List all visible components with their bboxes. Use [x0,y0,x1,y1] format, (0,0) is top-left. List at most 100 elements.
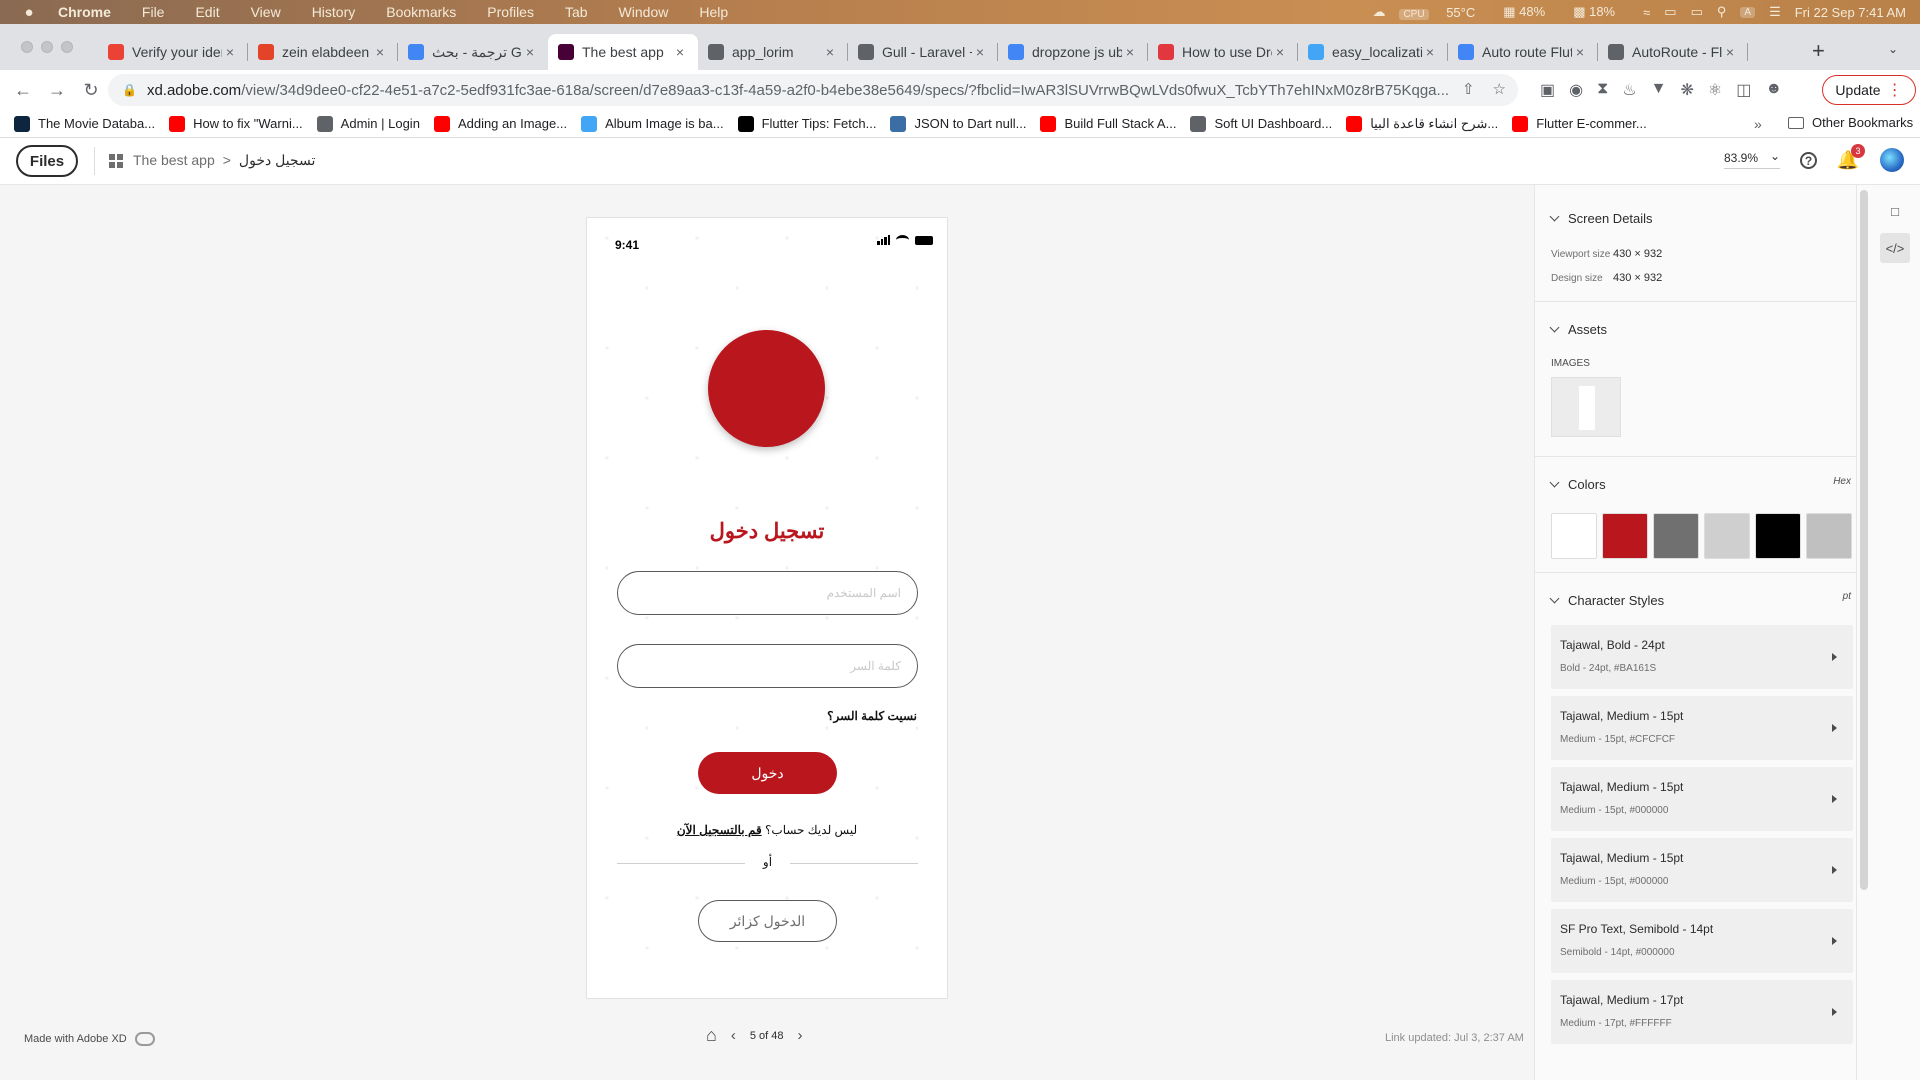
browser-tab[interactable]: app_lorim × [698,34,848,70]
display-icon[interactable]: ▭ [1664,4,1676,20]
extension-icon-2[interactable]: ◉ [1569,80,1583,100]
signup-link[interactable]: قم بالتسجيل الآن [677,823,762,837]
close-tab-icon[interactable]: × [1572,44,1588,60]
menu-profiles[interactable]: Profiles [487,4,534,20]
back-icon[interactable]: ← [12,79,34,101]
browser-tab[interactable]: Verify your ident× [98,34,248,70]
files-button[interactable]: Files [16,145,78,177]
profile-icon[interactable]: ☻ [1765,80,1782,100]
color-swatch[interactable] [1653,513,1699,559]
grid-view-icon[interactable] [109,154,123,168]
close-tab-icon[interactable]: × [522,44,538,60]
lock-icon[interactable]: 🔒 [122,83,137,97]
browser-tab[interactable]: The best app × [548,34,698,70]
bookmark-item[interactable]: Admin | Login [316,115,420,132]
minimize-window-button[interactable] [41,41,53,53]
breadcrumb-project[interactable]: The best app [133,152,215,169]
close-tab-icon[interactable]: × [672,44,688,60]
bookmark-item[interactable]: Soft UI Dashboard... [1190,115,1332,132]
bookmark-item[interactable]: How to fix "Warni... [169,115,303,132]
specs-code-icon[interactable]: </> [1880,233,1910,263]
cpu-temp[interactable]: CPU 55°C [1399,5,1489,20]
browser-tab[interactable]: AutoRoute - Flu × [1598,34,1748,70]
bookmark-item[interactable]: Build Full Stack A... [1040,115,1176,132]
password-field[interactable]: كلمة السر [617,644,918,688]
home-icon[interactable]: ⌂ [706,1025,717,1046]
new-tab-icon[interactable]: + [1812,38,1825,64]
panel-scrollbar[interactable] [1860,190,1868,890]
creative-cloud-icon[interactable]: ☁ [1372,4,1385,20]
url-text[interactable]: xd.adobe.com/view/34d9dee0-cf22-4e51-a7c… [147,82,1467,99]
battery-icon[interactable]: ▭ [1691,4,1703,20]
bookmark-item[interactable]: JSON to Dart null... [890,115,1026,132]
side-panel-icon[interactable]: ◫ [1736,80,1751,100]
previous-screen-icon[interactable]: ‹ [731,1027,736,1044]
menu-edit[interactable]: Edit [195,4,219,20]
menu-help[interactable]: Help [699,4,728,20]
screen-details-header[interactable]: Screen Details [1549,211,1653,226]
character-style-item[interactable]: Tajawal, Medium - 15pt Medium - 15pt, #00… [1551,838,1853,902]
colors-header[interactable]: Colors [1549,477,1606,492]
comments-icon[interactable]: □ [1880,196,1910,226]
character-style-item[interactable]: Tajawal, Medium - 15pt Medium - 15pt, #00… [1551,767,1853,831]
bookmark-item[interactable]: Adding an Image... [433,115,567,132]
color-swatch[interactable] [1551,513,1597,559]
menu-history[interactable]: History [312,4,356,20]
menu-window[interactable]: Window [619,4,669,20]
address-bar[interactable]: 🔒 xd.adobe.com/view/34d9dee0-cf22-4e51-a… [108,74,1518,106]
menu-bookmarks[interactable]: Bookmarks [386,4,456,20]
menu-tab[interactable]: Tab [565,4,588,20]
character-style-item[interactable]: Tajawal, Medium - 17pt Medium - 17pt, #FF… [1551,980,1853,1044]
menu-view[interactable]: View [251,4,281,20]
menu-chrome[interactable]: Chrome [58,4,111,20]
character-styles-header[interactable]: Character Styles [1549,593,1664,608]
memory-status[interactable]: ▦ 48% [1503,4,1559,20]
tab-search-icon[interactable]: ⌄ [1888,42,1898,56]
extension-icon-1[interactable]: ▣ [1540,80,1555,100]
color-swatch[interactable] [1806,513,1852,559]
next-screen-icon[interactable]: › [798,1027,803,1044]
browser-tab[interactable]: Auto route Flutt × [1448,34,1598,70]
bookmark-item[interactable]: شرح انشاء قاعدة البيا... [1346,115,1498,132]
help-icon[interactable]: ? [1800,152,1817,169]
search-icon[interactable]: ⚲ [1717,4,1727,20]
close-tab-icon[interactable]: × [1722,44,1738,60]
guest-login-button[interactable]: الدخول كزائر [698,900,837,942]
forgot-password-link[interactable]: نسيت كلمة السر؟ [827,709,917,723]
browser-tab[interactable]: ترجمة - بحث Google× [398,34,548,70]
character-style-item[interactable]: Tajawal, Bold - 24pt Bold - 24pt, #BA161S [1551,625,1853,689]
extension-icon-4[interactable]: ♨ [1622,80,1636,100]
apple-icon[interactable]: ● [20,3,38,21]
extensions-puzzle-icon[interactable]: ⚛ [1708,80,1722,100]
menubar-clock[interactable]: Fri 22 Sep 7:41 AM [1795,5,1906,20]
character-style-item[interactable]: Tajawal, Medium - 15pt Medium - 15pt, #CF… [1551,696,1853,760]
assets-header[interactable]: Assets [1549,322,1607,337]
extension-icon-3[interactable]: ⧗ [1597,80,1608,100]
zoom-select[interactable]: 83.9% ⌄ [1724,149,1780,169]
other-bookmarks[interactable]: Other Bookmarks [1788,115,1913,130]
keyboard-input[interactable]: A [1740,6,1756,18]
bookmark-item[interactable]: Flutter Tips: Fetch... [737,115,876,132]
forward-icon[interactable]: → [46,79,68,101]
avatar[interactable] [1880,148,1904,172]
asset-thumbnail[interactable] [1551,377,1621,437]
color-swatch[interactable] [1704,513,1750,559]
username-field[interactable]: اسم المستخدم [617,571,918,615]
reload-icon[interactable]: ↻ [80,79,102,101]
more-menu-icon[interactable]: ⋮ [1887,80,1903,100]
made-with-xd[interactable]: Made with Adobe XD [24,1032,155,1046]
color-swatch[interactable] [1602,513,1648,559]
control-center-icon[interactable]: ☰ [1769,4,1781,20]
menu-file[interactable]: File [142,4,165,20]
bookmark-item[interactable]: Album Image is ba... [581,115,724,132]
close-tab-icon[interactable]: × [222,44,238,60]
login-button[interactable]: دخول [698,752,837,794]
extension-icon-6[interactable]: ❋ [1681,80,1694,100]
browser-tab[interactable]: dropzone js ubl × [998,34,1148,70]
unit-select[interactable]: pt [1843,591,1851,602]
browser-tab[interactable]: How to use Drop× [1148,34,1298,70]
close-tab-icon[interactable]: × [372,44,388,60]
close-tab-icon[interactable]: × [1122,44,1138,60]
color-format-select[interactable]: Hex [1833,476,1851,487]
browser-tab[interactable]: zein elabdeen / × [248,34,398,70]
